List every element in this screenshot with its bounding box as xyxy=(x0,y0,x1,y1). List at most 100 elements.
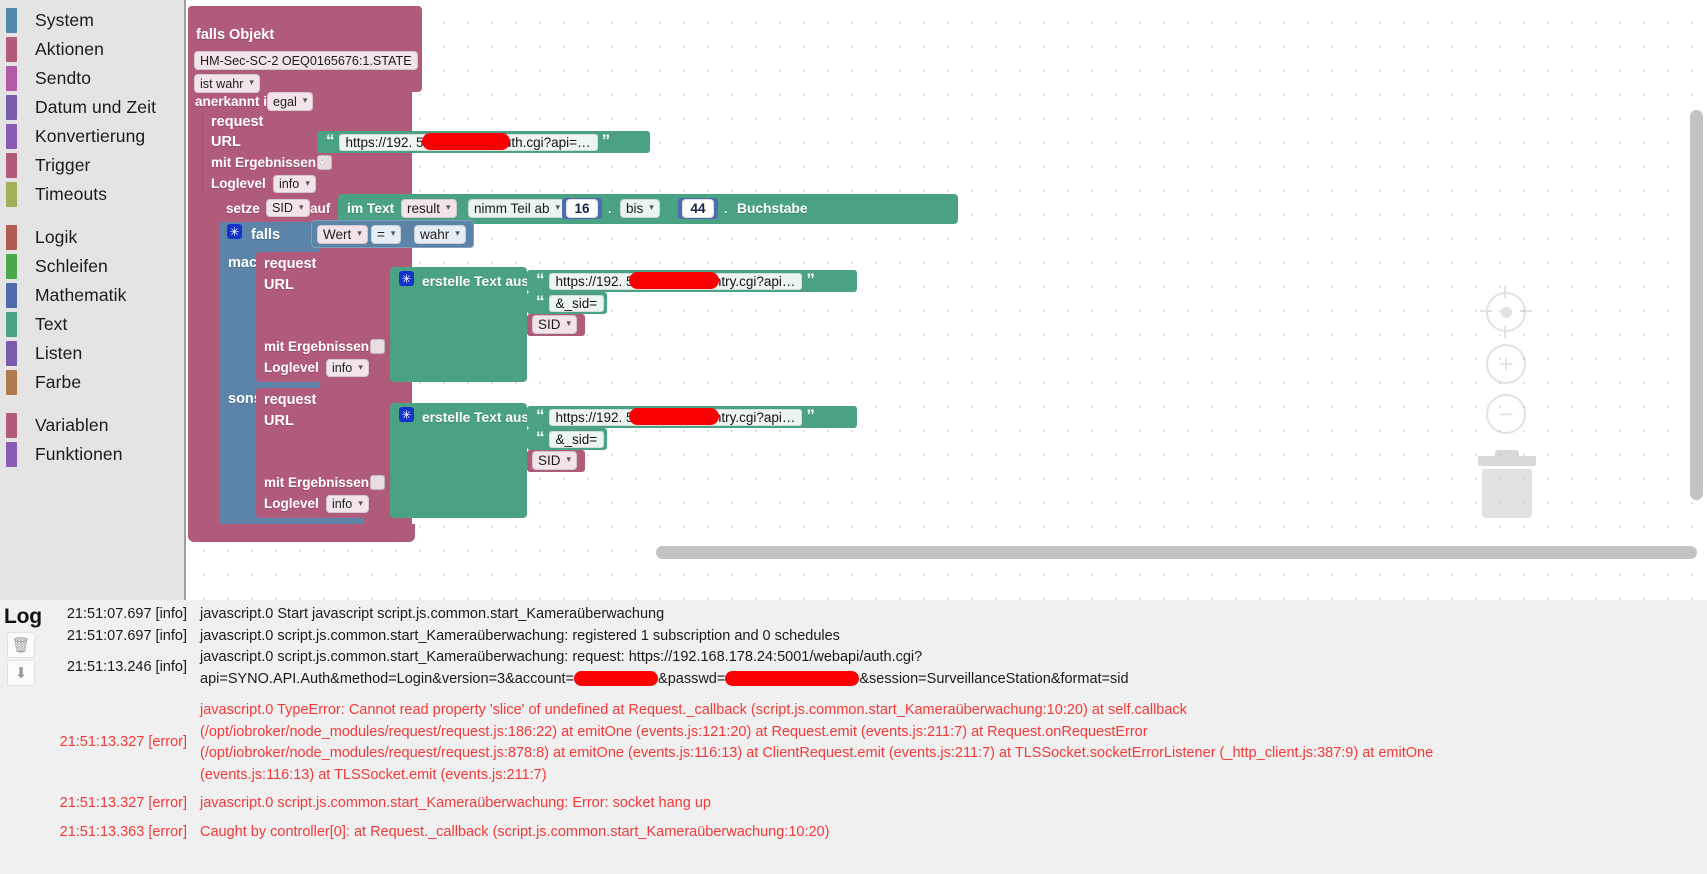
create-text-else-part2[interactable]: “ &_sid= ” xyxy=(532,428,621,450)
set-variable-name[interactable]: SID xyxy=(266,199,310,217)
trigger-ack-value[interactable]: egal xyxy=(267,92,314,111)
log-row[interactable]: 21:51:07.697 [info] javascript.0 script.… xyxy=(42,626,1707,648)
toolbox-item-system[interactable]: System xyxy=(0,6,184,35)
color-swatch xyxy=(6,153,17,178)
log-message-line: (/opt/iobroker/node_modules/request/requ… xyxy=(200,745,1434,761)
substring-to-label[interactable]: bis xyxy=(620,199,660,218)
log-message: Caught by controller[0]: at Request._cal… xyxy=(200,822,1707,844)
comparison-right-operand[interactable]: wahr xyxy=(414,225,466,244)
quote-close-icon: ” xyxy=(608,291,617,311)
workspace-zoom-out-button[interactable]: − xyxy=(1486,394,1526,434)
request-outer-with-results-checkbox[interactable] xyxy=(317,151,332,171)
toolbox-item-funktionen[interactable]: Funktionen xyxy=(0,440,184,469)
color-swatch xyxy=(6,66,17,91)
create-text-then-mutator-gear-icon[interactable] xyxy=(399,271,414,286)
toolbox-item-label: Farbe xyxy=(35,372,82,392)
log-download-button[interactable]: ⬇ xyxy=(7,660,35,686)
log-row[interactable]: 21:51:13.363 [error] Caught by controlle… xyxy=(42,822,1707,844)
request-else-with-results-checkbox[interactable] xyxy=(370,475,385,490)
toolbox-item-sendto[interactable]: Sendto xyxy=(0,64,184,93)
toolbox-item-label: Datum und Zeit xyxy=(35,97,157,117)
create-text-else-part2-value[interactable]: &_sid= xyxy=(548,430,605,448)
toolbox-item-datum-und-zeit[interactable]: Datum und Zeit xyxy=(0,93,184,122)
log-timestamp: 21:51:13.327 [error] xyxy=(59,734,187,750)
request-then-loglevel-value[interactable]: info xyxy=(326,359,369,377)
log-row[interactable]: 21:51:13.327 [error] javascript.0 TypeEr… xyxy=(42,700,1707,786)
log-message-line: Caught by controller[0]: at Request._cal… xyxy=(200,823,830,840)
color-swatch xyxy=(6,254,17,279)
toolbox-item-label: Trigger xyxy=(35,155,91,175)
if-mutator-gear-icon[interactable] xyxy=(227,224,242,239)
toolbox-item-variablen[interactable]: Variablen xyxy=(0,411,184,440)
target-dot-icon xyxy=(1500,306,1512,318)
toolbox-item-label: Mathematik xyxy=(35,285,127,305)
quote-open-icon: “ xyxy=(326,130,335,150)
comparison-operator[interactable]: = xyxy=(371,225,402,244)
request-then-loglevel-label: Loglevel xyxy=(264,360,319,375)
log-row[interactable]: 21:51:07.697 [info] javascript.0 Start j… xyxy=(42,604,1707,626)
trash-lid-icon xyxy=(1478,450,1536,466)
toolbox-item-trigger[interactable]: Trigger xyxy=(0,151,184,180)
substring-to-index[interactable]: 44 xyxy=(682,199,714,218)
blockly-toolbox[interactable]: System Aktionen Sendto Datum und Zeit Ko… xyxy=(0,0,186,600)
log-panel-title: Log xyxy=(4,605,42,628)
request-outer-loglevel-label: Loglevel xyxy=(211,176,266,191)
comparison-left-operand[interactable]: Wert xyxy=(317,225,368,244)
trigger-condition[interactable]: ist wahr xyxy=(194,74,260,93)
toolbox-item-label: Timeouts xyxy=(35,184,108,204)
workspace-center-button[interactable] xyxy=(1480,286,1532,338)
blockly-workspace[interactable]: falls Objekt HM-Sec-SC-2 OEQ0165676:1.ST… xyxy=(186,0,1707,600)
log-message-line: javascript.0 TypeError: Cannot read prop… xyxy=(200,702,1187,718)
request-outer-with-results-label: mit Ergebnissen xyxy=(211,155,317,170)
create-text-then-part2[interactable]: “ &_sid= ” xyxy=(532,292,621,314)
toolbox-item-listen[interactable]: Listen xyxy=(0,339,184,368)
toolbox-item-mathematik[interactable]: Mathematik xyxy=(0,281,184,310)
iobroker-blockly-editor: System Aktionen Sendto Datum und Zeit Ko… xyxy=(0,0,1707,874)
log-clear-button[interactable]: 🗑 xyxy=(7,632,35,658)
workspace-vertical-scrollbar[interactable] xyxy=(1690,110,1703,500)
create-text-then-part2-value[interactable]: &_sid= xyxy=(548,294,605,312)
log-entry-list[interactable]: 21:51:07.697 [info] javascript.0 Start j… xyxy=(42,600,1707,874)
request-outer-url-label: URL xyxy=(211,134,241,150)
request-else-with-results-label: mit Ergebnissen xyxy=(264,475,370,490)
log-row[interactable]: 21:51:13.327 [error] javascript.0 script… xyxy=(42,793,1707,815)
minus-icon: − xyxy=(1486,394,1526,434)
log-toolbar: 🗑 ⬇ xyxy=(0,600,42,874)
request-else-title: request xyxy=(264,392,317,408)
toolbox-item-timeouts[interactable]: Timeouts xyxy=(0,180,184,209)
toolbox-divider xyxy=(0,397,184,411)
request-then-url-label: URL xyxy=(264,277,294,293)
trigger-object-id[interactable]: HM-Sec-SC-2 OEQ0165676:1.STATE xyxy=(194,51,418,70)
toolbox-item-konvertierung[interactable]: Konvertierung xyxy=(0,122,184,151)
log-message-line: (events.js:116:13) at TLSSocket.emit (ev… xyxy=(200,766,547,783)
log-message-line: javascript.0 script.js.common.start_Kame… xyxy=(200,627,840,644)
create-text-else-mutator-gear-icon[interactable] xyxy=(399,407,414,422)
color-swatch xyxy=(6,8,17,33)
request-outer-title: request xyxy=(211,114,264,130)
log-row[interactable]: 21:51:13.246 [info] javascript.0 script.… xyxy=(42,647,1707,690)
request-else-loglevel-value[interactable]: info xyxy=(326,495,369,513)
substring-from-index[interactable]: 16 xyxy=(566,199,598,218)
request-outer-loglevel-value[interactable]: info xyxy=(273,175,316,193)
toolbox-item-logik[interactable]: Logik xyxy=(0,223,184,252)
color-swatch xyxy=(6,370,17,395)
create-text-else-part3-variable[interactable]: SID xyxy=(532,451,578,470)
substring-take-from-dropdown[interactable]: nimm Teil ab xyxy=(468,199,567,218)
workspace-horizontal-scrollbar[interactable] xyxy=(656,546,1697,559)
workspace-zoom-in-button[interactable]: + xyxy=(1486,344,1526,384)
request-else-loglevel-label: Loglevel xyxy=(264,496,319,511)
workspace-trash-can[interactable] xyxy=(1478,450,1536,518)
toolbox-item-schleifen[interactable]: Schleifen xyxy=(0,252,184,281)
toolbox-item-farbe[interactable]: Farbe xyxy=(0,368,184,397)
toolbox-item-label: Logik xyxy=(35,227,78,247)
substring-dot-2: . xyxy=(724,202,728,216)
toolbox-item-aktionen[interactable]: Aktionen xyxy=(0,35,184,64)
toolbox-item-text[interactable]: Text xyxy=(0,310,184,339)
create-text-then-part3-variable[interactable]: SID xyxy=(532,315,578,334)
substring-source-variable[interactable]: result xyxy=(401,199,457,218)
quote-open-icon: “ xyxy=(536,269,545,289)
request-then-with-results-checkbox[interactable] xyxy=(370,339,385,354)
trigger-title: falls Objekt xyxy=(196,27,275,43)
log-message-line: javascript.0 script.js.common.start_Kame… xyxy=(200,649,923,665)
log-timestamp: 21:51:13.246 [info] xyxy=(66,659,187,675)
